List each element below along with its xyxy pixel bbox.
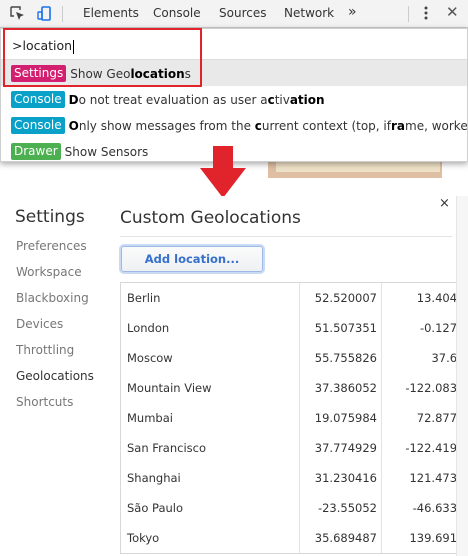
command-item[interactable]: Console Do not treat evaluation as user a… [1,86,467,112]
close-devtools-icon[interactable]: ✕ [446,3,459,21]
annotation-arrow-icon [200,146,246,198]
location-row[interactable]: Moscow 55.755826 37.6173 [121,343,456,373]
settings-title: Settings [15,207,85,227]
location-row[interactable]: Berlin 52.520007 13.404954 [121,283,456,313]
location-row[interactable]: Shanghai 31.230416 121.473701 [121,463,456,493]
location-latitude: 37.386052 [314,381,377,395]
location-longitude: 13.404954 [416,291,456,305]
panel-title: Custom Geolocations [120,208,301,228]
command-category-badge: Console [11,91,65,108]
toolbar-separator [62,6,63,22]
device-toolbar-icon[interactable] [36,5,54,23]
panel-divider [120,236,452,237]
location-name: Moscow [127,351,173,365]
screenshot-root: Elements Console Sources Network » ✕ >lo… [0,0,468,556]
settings-nav-throttling[interactable]: Throttling [16,343,74,357]
location-longitude: -0.127758 [419,321,456,335]
location-longitude: 37.6173 [431,351,456,365]
location-name: São Paulo [127,501,184,515]
location-longitude: 121.473701 [409,471,456,485]
settings-nav-shortcuts[interactable]: Shortcuts [16,395,73,409]
location-latitude: 55.755826 [314,351,377,365]
command-item-label: Show Sensors [64,144,149,159]
tab-network[interactable]: Network [284,6,334,20]
add-location-button[interactable]: Add location... [121,246,263,272]
location-latitude: 51.507351 [314,321,377,335]
location-longitude: 139.691706 [409,531,456,545]
location-latitude: -23.55052 [317,501,377,515]
location-latitude: 31.230416 [314,471,377,485]
location-longitude: -122.419416 [405,441,456,455]
location-longitude: -122.083851 [405,381,456,395]
location-latitude: 35.689487 [314,531,377,545]
location-longitude: -46.633309 [412,501,456,515]
inspect-element-icon[interactable] [9,5,27,23]
toolbar-separator [408,6,409,22]
settings-nav-blackboxing[interactable]: Blackboxing [16,291,89,305]
command-category-badge: Drawer [11,143,61,160]
tab-console[interactable]: Console [153,6,201,20]
locations-list: Berlin 52.520007 13.404954 London 51.507351 -… [120,282,456,554]
location-row[interactable]: Mountain View 37.386052 -122.083851 [121,373,456,403]
settings-nav-geolocations[interactable]: Geolocations [16,369,94,383]
location-row[interactable]: London 51.507351 -0.127758 [121,313,456,343]
command-item-label: Only show messages from the current cont… [68,118,467,133]
location-name: Shanghai [127,471,181,485]
scrollbar[interactable] [456,196,468,556]
tab-elements[interactable]: Elements [83,6,139,20]
location-row[interactable]: Tokyo 35.689487 139.691706 [121,523,456,553]
kebab-menu-icon[interactable] [423,4,429,22]
command-item[interactable]: Console Only show messages from the curre… [1,112,467,138]
location-name: San Francisco [127,441,207,455]
command-category-badge: Console [11,117,65,134]
location-latitude: 19.075984 [314,411,377,425]
location-name: Tokyo [127,531,160,545]
location-latitude: 37.774929 [314,441,377,455]
close-settings-icon[interactable]: × [439,196,450,211]
more-tabs-icon[interactable]: » [348,4,357,20]
location-name: Mountain View [127,381,212,395]
settings-panel: Settings Preferences Workspace Blackboxing… [0,196,468,556]
location-name: Mumbai [127,411,173,425]
location-row[interactable]: San Francisco 37.774929 -122.419416 [121,433,456,463]
devtools-toolbar: Elements Console Sources Network » ✕ [0,0,468,28]
annotation-highlight-box [3,28,202,87]
location-name: Berlin [127,291,161,305]
settings-nav-preferences[interactable]: Preferences [16,239,87,253]
location-row[interactable]: Mumbai 19.075984 72.877656 [121,403,456,433]
location-latitude: 52.520007 [314,291,377,305]
location-row[interactable]: São Paulo -23.55052 -46.633309 [121,493,456,523]
command-item-label: Do not treat evaluation as user activati… [68,92,325,107]
settings-nav-devices[interactable]: Devices [16,317,63,331]
location-longitude: 72.877656 [416,411,456,425]
location-name: London [127,321,170,335]
settings-nav-workspace[interactable]: Workspace [16,265,82,279]
tab-sources[interactable]: Sources [219,6,266,20]
